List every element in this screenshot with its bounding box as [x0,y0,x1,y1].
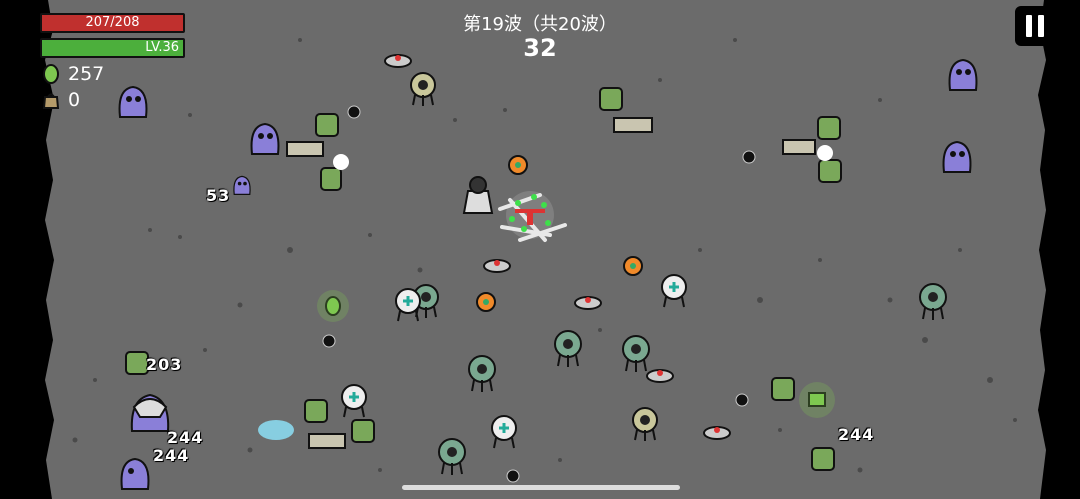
bomb [742,150,756,164]
landmine [703,426,731,440]
purple-alien-enemy [120,457,150,490]
turret [622,335,650,372]
damage-number: 53 [206,186,231,205]
green-leaf-icon [43,64,59,84]
tree-enemy [320,167,342,191]
tree-enemy [599,87,623,111]
turret [632,407,658,441]
bomb [506,469,520,483]
drone-ally [476,292,496,312]
ice-projectile [258,420,294,440]
turret [438,438,466,475]
wave-timer: 32 [523,34,557,62]
bag-count: 0 [68,89,81,111]
tree-enemy [125,351,149,375]
damage-number: 244 [167,428,204,447]
bomb [735,393,749,407]
tree-enemy [818,159,842,183]
damage-number: 203 [146,355,183,374]
home-indicator[interactable] [402,485,680,490]
turret [468,355,496,392]
tree-enemy [304,399,328,423]
landmine [483,259,511,273]
landmine [574,296,602,310]
garden-structure [613,117,653,133]
materials-count: 257 [68,63,105,85]
damage-number: 244 [838,425,875,444]
bomb [322,334,336,348]
tree-enemy [351,419,375,443]
tree-enemy [315,113,339,137]
game-screen: 207/208 LV.36 257 0 第19波（共20波） 32 53 203… [0,0,1080,499]
battlefield [0,0,1080,499]
bag-counter: 0 [42,89,80,111]
tree-enemy [811,447,835,471]
tree-enemy [817,116,841,140]
garden-structure [286,141,324,157]
bomb [347,105,361,119]
pause-button[interactable] [1015,6,1055,46]
bullet [817,145,833,161]
garden-structure [308,433,346,449]
bag-icon [42,93,60,109]
damage-number: 244 [153,446,190,465]
turret [410,72,436,106]
turret [919,283,947,320]
materials-counter: 257 [42,63,104,85]
garden-structure [782,139,816,155]
purple-alien-enemy [942,140,972,173]
purple-alien-enemy [250,122,280,155]
tree-enemy [771,377,795,401]
turret [554,330,582,367]
drone-ally [508,155,528,175]
purple-alien-enemy [948,58,978,91]
landmine [646,369,674,383]
purple-alien-enemy [233,175,251,196]
wave-title: 第19波（共20波） [463,14,617,35]
purple-alien-enemy [118,85,148,118]
pause-icon [1026,15,1032,37]
drone-ally [623,256,643,276]
bullet [333,154,349,170]
ground-area [45,0,1046,499]
